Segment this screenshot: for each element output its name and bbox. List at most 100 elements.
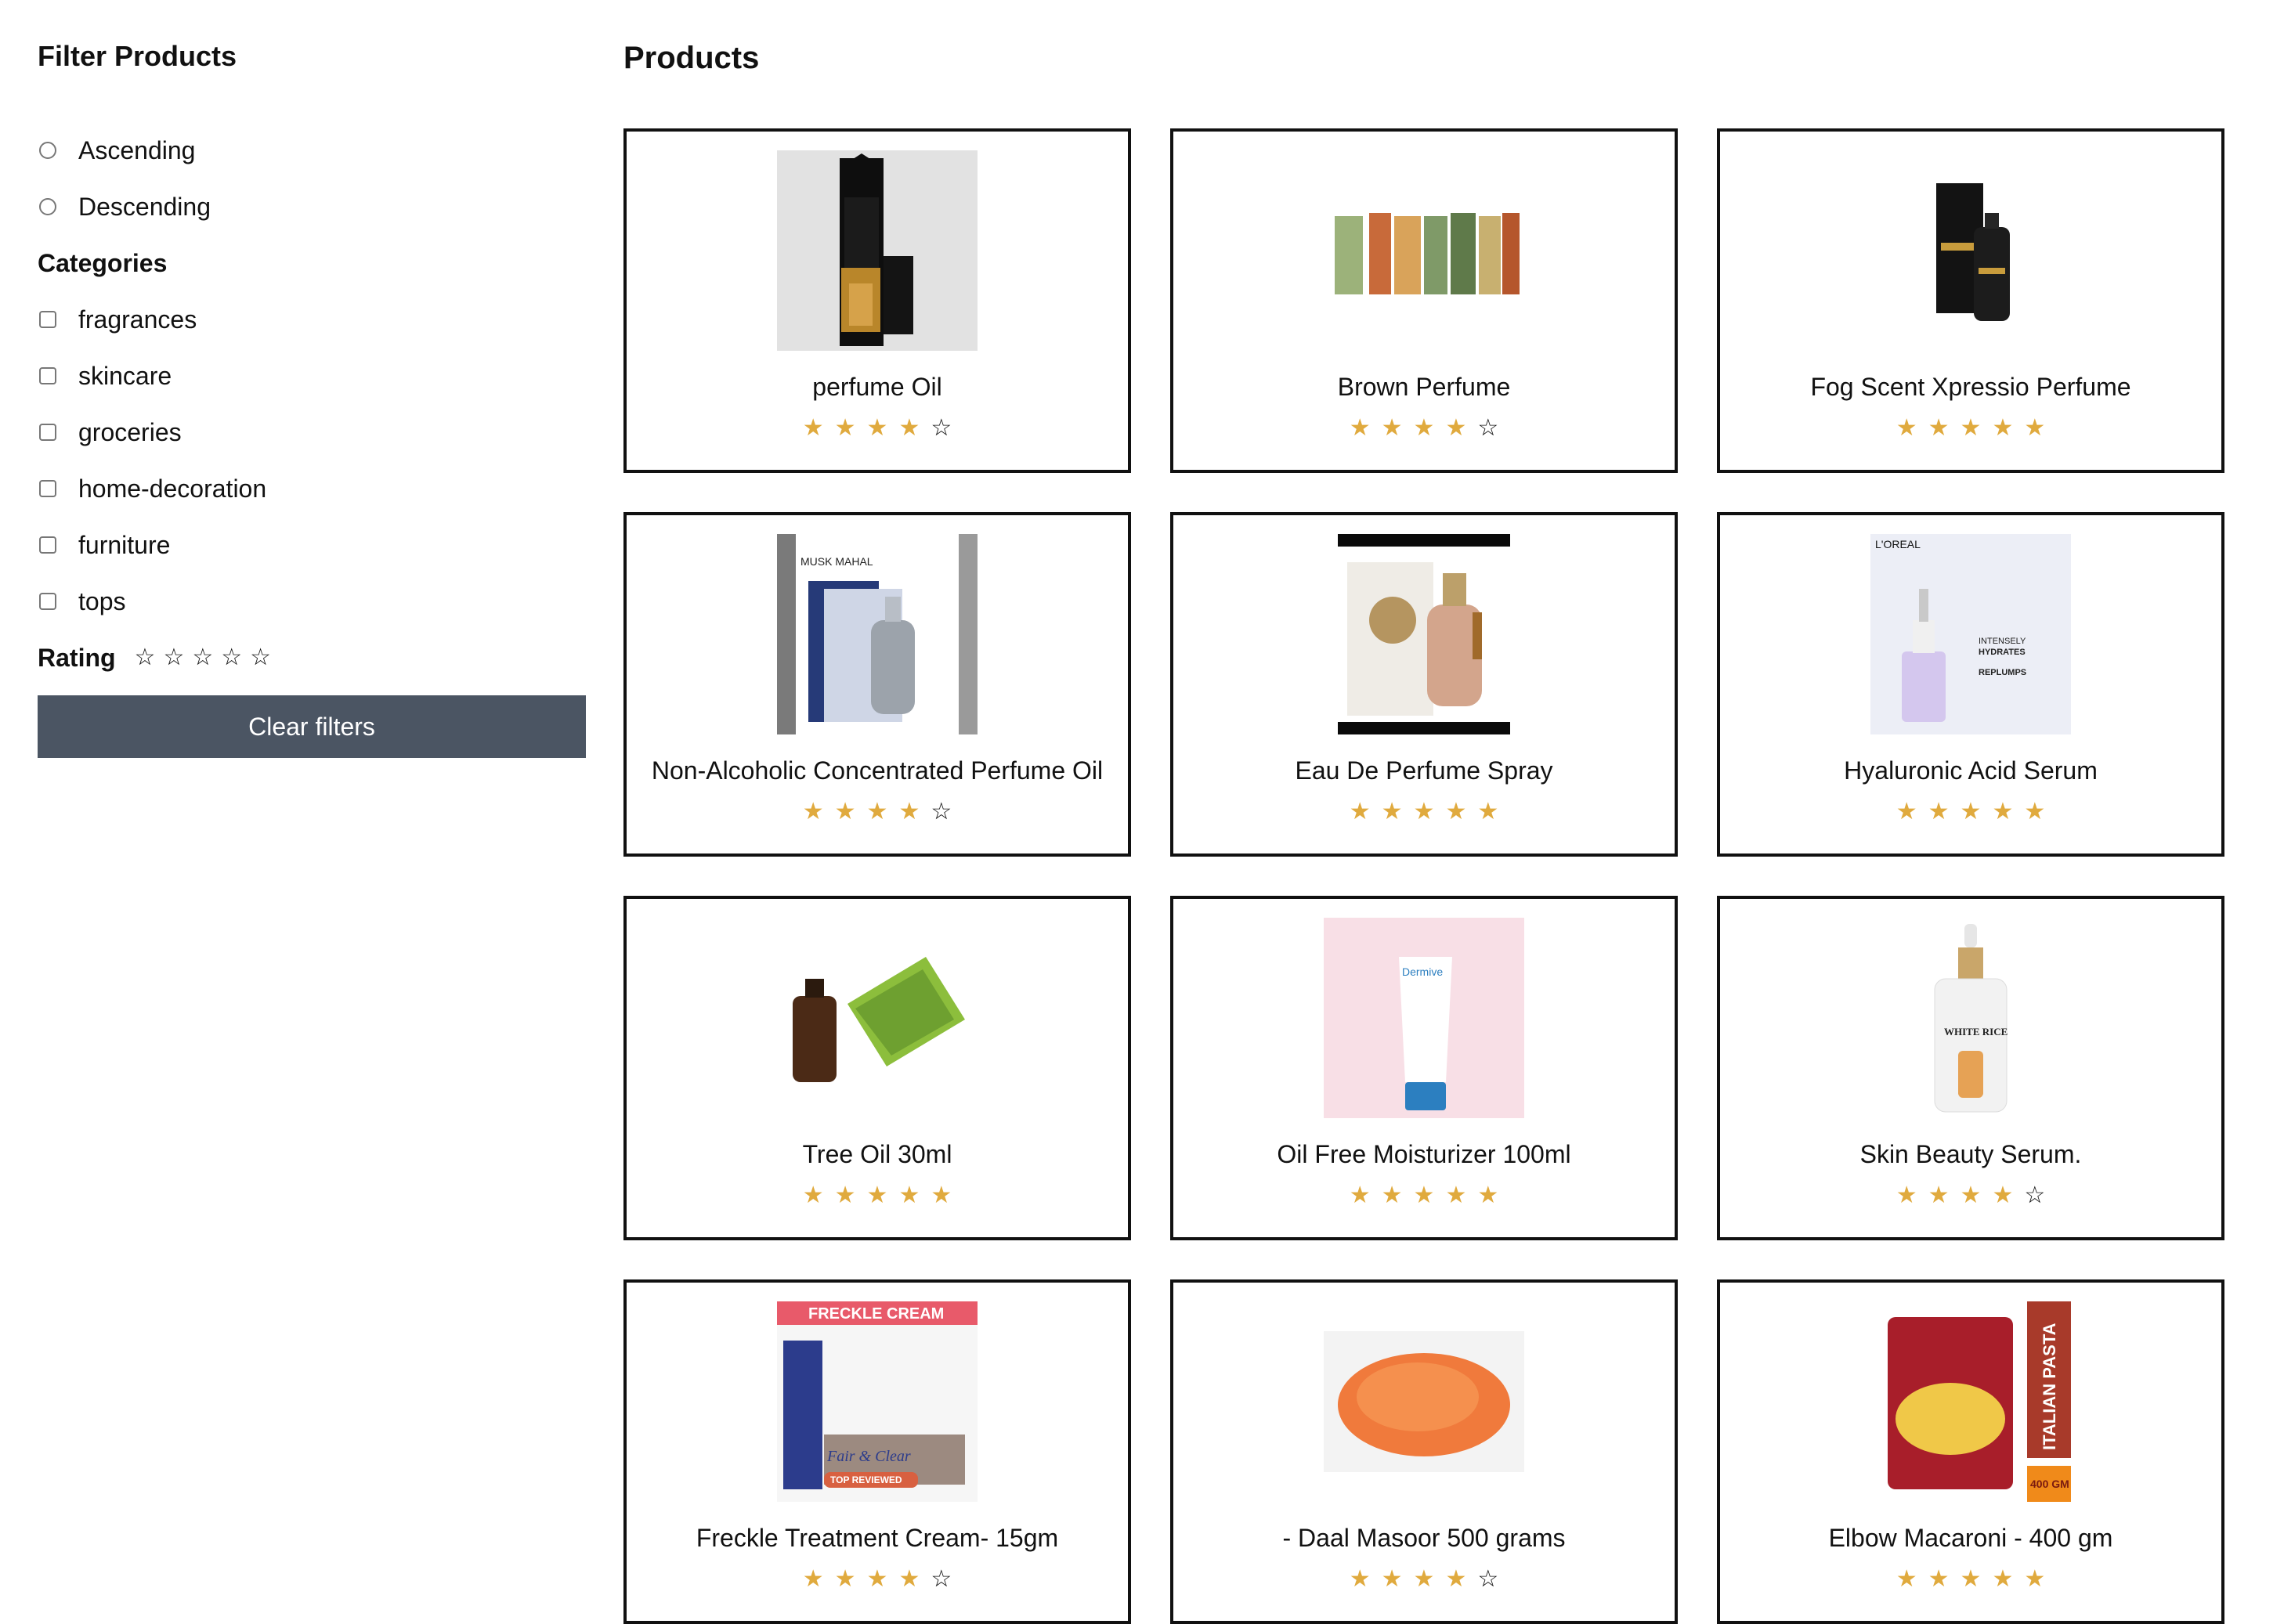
product-name: Brown Perfume bbox=[1337, 373, 1511, 401]
category-furniture[interactable]: furniture bbox=[38, 517, 589, 573]
pasta-side-text: ITALIAN PASTA bbox=[2040, 1323, 2059, 1450]
clear-filters-button[interactable]: Clear filters bbox=[38, 695, 586, 758]
radio-ascending[interactable] bbox=[39, 142, 56, 159]
product-image[interactable]: MUSK MAHAL bbox=[777, 534, 978, 734]
sort-options: Ascending Descending bbox=[38, 122, 589, 235]
star-filled-icon: ★ bbox=[1477, 1182, 1499, 1208]
star-filled-icon: ★ bbox=[1349, 415, 1371, 441]
product-image[interactable] bbox=[1870, 150, 2071, 351]
category-groceries[interactable]: groceries bbox=[38, 404, 589, 460]
star-filled-icon: ★ bbox=[1381, 415, 1403, 441]
star-filled-icon: ★ bbox=[1960, 1182, 1982, 1208]
product-name: Fog Scent Xpressio Perfume bbox=[1810, 373, 2131, 401]
sort-ascending-label: Ascending bbox=[78, 135, 196, 164]
product-card[interactable]: Brown Perfume ★ ★ ★ ★ ☆ bbox=[1170, 128, 1678, 473]
star-filled-icon: ★ bbox=[2024, 415, 2046, 441]
product-rating: ★ ★ ★ ★ ☆ bbox=[1350, 417, 1499, 440]
serum-text-3: REPLUMPS bbox=[1979, 668, 2026, 677]
product-card[interactable]: L'OREAL INTENSELY HYDRATES REPLUMPS Hyal… bbox=[1717, 512, 2224, 857]
product-image[interactable]: ITALIAN PASTA 400 GM bbox=[1870, 1301, 2071, 1502]
product-name: Non-Alcoholic Concentrated Perfume Oil bbox=[651, 756, 1104, 785]
product-card[interactable]: FRECKLE CREAM Fair & Clear TOP REVIEWED … bbox=[623, 1279, 1131, 1624]
product-image[interactable] bbox=[1324, 150, 1524, 351]
product-image[interactable]: WHITE RICE bbox=[1870, 918, 2071, 1118]
products-main: Products perfume Oil ★ ★ ★ ★ ☆ Brown Per… bbox=[623, 34, 2237, 1624]
macaroni-pack-image: ITALIAN PASTA 400 GM bbox=[1870, 1301, 2071, 1502]
star-filled-icon: ★ bbox=[2024, 1566, 2046, 1592]
filter-title: Filter Products bbox=[38, 40, 237, 72]
product-rating: ★ ★ ★ ★ ☆ bbox=[803, 800, 952, 824]
rating-star-3-icon[interactable]: ☆ bbox=[192, 646, 213, 669]
sort-descending-label: Descending bbox=[78, 192, 211, 221]
product-name: Hyaluronic Acid Serum bbox=[1844, 756, 2098, 785]
star-filled-icon: ★ bbox=[1381, 1566, 1403, 1592]
sort-descending[interactable]: Descending bbox=[38, 179, 589, 235]
product-card[interactable]: Eau De Perfume Spray ★ ★ ★ ★ ★ bbox=[1170, 512, 1678, 857]
category-label: groceries bbox=[78, 417, 182, 446]
category-fragrances[interactable]: fragrances bbox=[38, 291, 589, 348]
product-rating: ★ ★ ★ ★ ★ bbox=[1896, 1568, 2046, 1591]
star-filled-icon: ★ bbox=[898, 1566, 920, 1592]
product-image[interactable]: Dermive bbox=[1324, 918, 1524, 1118]
category-label: tops bbox=[78, 586, 126, 615]
product-card[interactable]: Dermive Oil Free Moisturizer 100ml ★ ★ ★ ★ ★ bbox=[1170, 896, 1678, 1240]
product-card[interactable]: - Daal Masoor 500 grams ★ ★ ★ ★ ☆ bbox=[1170, 1279, 1678, 1624]
page: Filter Products Ascending Descending Cat… bbox=[0, 0, 2284, 1624]
rating-star-4-icon[interactable]: ☆ bbox=[221, 646, 242, 669]
checkbox-fragrances[interactable] bbox=[39, 311, 56, 328]
radio-descending[interactable] bbox=[39, 198, 56, 215]
star-empty-icon: ☆ bbox=[931, 1566, 952, 1592]
product-name: Tree Oil 30ml bbox=[802, 1140, 952, 1168]
attar-brand-text: MUSK MAHAL bbox=[800, 555, 873, 568]
product-image[interactable] bbox=[1324, 1301, 1524, 1502]
white-serum-bottle-image: WHITE RICE bbox=[1870, 918, 2071, 1118]
product-image[interactable] bbox=[777, 150, 978, 351]
product-card[interactable]: Tree Oil 30ml ★ ★ ★ ★ ★ bbox=[623, 896, 1131, 1240]
rating-star-1-icon[interactable]: ☆ bbox=[135, 646, 156, 669]
category-skincare[interactable]: skincare bbox=[38, 348, 589, 404]
product-card[interactable]: WHITE RICE Skin Beauty Serum. ★ ★ ★ ★ ☆ bbox=[1717, 896, 2224, 1240]
perfume-gift-box-image bbox=[777, 150, 978, 351]
category-tops[interactable]: tops bbox=[38, 573, 589, 630]
star-filled-icon: ★ bbox=[898, 799, 920, 825]
product-image[interactable] bbox=[777, 918, 978, 1118]
categories-title: Categories bbox=[38, 249, 168, 277]
product-card[interactable]: perfume Oil ★ ★ ★ ★ ☆ bbox=[623, 128, 1131, 473]
star-filled-icon: ★ bbox=[834, 1566, 856, 1592]
sort-ascending[interactable]: Ascending bbox=[38, 122, 589, 179]
amber-perfume-bottle-image bbox=[1324, 534, 1524, 734]
checkbox-furniture[interactable] bbox=[39, 536, 56, 554]
product-image[interactable]: L'OREAL INTENSELY HYDRATES REPLUMPS bbox=[1870, 534, 2071, 734]
checkbox-skincare[interactable] bbox=[39, 367, 56, 384]
star-filled-icon: ★ bbox=[898, 1182, 920, 1208]
star-filled-icon: ★ bbox=[866, 1182, 888, 1208]
rating-star-5-icon[interactable]: ☆ bbox=[250, 646, 271, 669]
product-rating: ★ ★ ★ ★ ★ bbox=[1896, 417, 2046, 440]
star-empty-icon: ☆ bbox=[931, 415, 952, 441]
product-name: Eau De Perfume Spray bbox=[1295, 756, 1553, 785]
star-filled-icon: ★ bbox=[1896, 799, 1917, 825]
star-filled-icon: ★ bbox=[866, 415, 888, 441]
star-filled-icon: ★ bbox=[1381, 1182, 1403, 1208]
checkbox-groceries[interactable] bbox=[39, 424, 56, 441]
rating-star-2-icon[interactable]: ☆ bbox=[163, 646, 184, 669]
product-image[interactable] bbox=[1324, 534, 1524, 734]
checkbox-home-decoration[interactable] bbox=[39, 480, 56, 497]
star-filled-icon: ★ bbox=[1896, 415, 1917, 441]
product-rating: ★ ★ ★ ★ ★ bbox=[1350, 800, 1499, 824]
serum-brand-text: L'OREAL bbox=[1875, 538, 1921, 550]
product-card[interactable]: ITALIAN PASTA 400 GM Elbow Macaroni - 40… bbox=[1717, 1279, 2224, 1624]
category-label: skincare bbox=[78, 361, 172, 390]
star-filled-icon: ★ bbox=[1349, 1566, 1371, 1592]
product-card[interactable]: Fog Scent Xpressio Perfume ★ ★ ★ ★ ★ bbox=[1717, 128, 2224, 473]
attar-oil-box-image: MUSK MAHAL bbox=[777, 534, 978, 734]
checkbox-tops[interactable] bbox=[39, 593, 56, 610]
product-card[interactable]: MUSK MAHAL Non-Alcoholic Concentrated Pe… bbox=[623, 512, 1131, 857]
star-filled-icon: ★ bbox=[1445, 415, 1467, 441]
product-name: - Daal Masoor 500 grams bbox=[1282, 1524, 1566, 1552]
category-home-decoration[interactable]: home-decoration bbox=[38, 460, 589, 517]
star-filled-icon: ★ bbox=[1896, 1182, 1917, 1208]
star-filled-icon: ★ bbox=[802, 1566, 824, 1592]
product-rating: ★ ★ ★ ★ ★ bbox=[803, 1184, 952, 1207]
product-image[interactable]: FRECKLE CREAM Fair & Clear TOP REVIEWED bbox=[777, 1301, 978, 1502]
